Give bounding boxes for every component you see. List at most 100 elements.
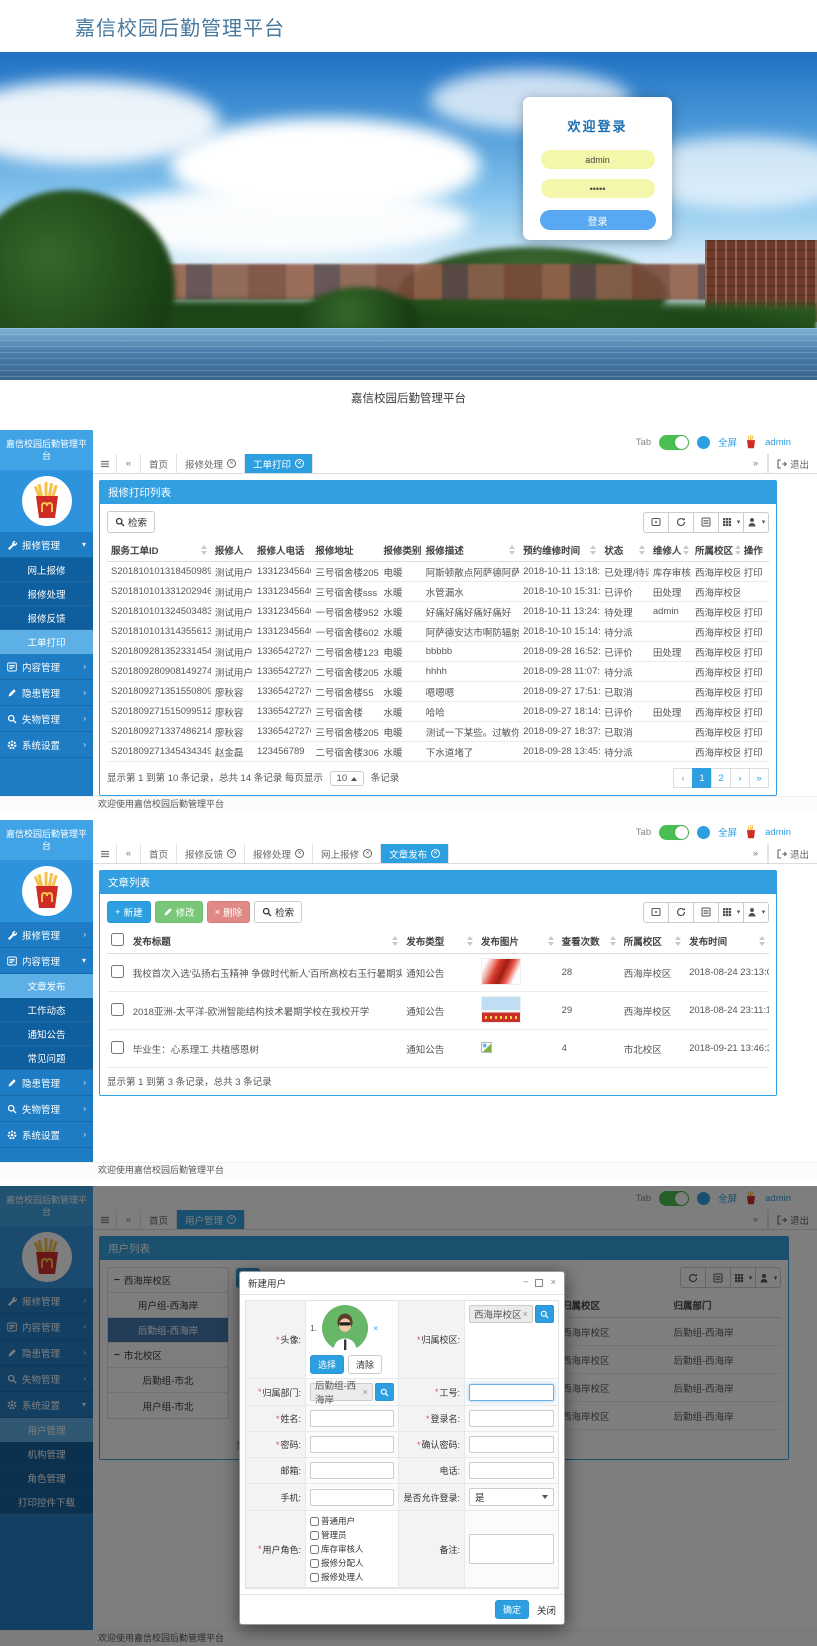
sidebar-item-online-repair[interactable]: 网上报修 (0, 558, 93, 582)
column-header[interactable]: 状态 (600, 539, 649, 562)
article-title-link[interactable]: 毕业生：心系理工 共植感恩树 (129, 1030, 403, 1068)
close-icon[interactable]: × (295, 459, 304, 468)
work-order-id-link[interactable]: S2018101013184509891 (107, 562, 211, 582)
column-header[interactable]: 维修人 (649, 539, 691, 562)
tab-repair-handle[interactable]: 报修处理× (177, 454, 245, 473)
close-button[interactable]: 关闭 (537, 1603, 556, 1617)
clear-icon[interactable]: × (522, 1309, 528, 1320)
user-name[interactable]: admin (765, 827, 791, 838)
scroll-tabs-left-button[interactable]: « (117, 844, 141, 863)
column-header[interactable]: 报修地址 (311, 539, 379, 562)
role-option[interactable]: 管理员 (310, 1529, 347, 1541)
page-2-button[interactable]: 2 (711, 768, 731, 788)
menu-collapse-button[interactable] (93, 454, 117, 473)
login-button[interactable]: 登录 (540, 210, 656, 230)
mobile-input[interactable] (310, 1489, 394, 1506)
column-header[interactable]: 所属校区 (691, 539, 740, 562)
tab-repair-handle[interactable]: 报修处理× (245, 844, 313, 863)
select-all-checkbox[interactable] (111, 933, 124, 946)
role-checkbox[interactable] (310, 1545, 319, 1554)
scroll-tabs-right-button[interactable]: » (744, 844, 768, 863)
article-title-link[interactable]: 2018亚洲-太平洋-欧洲智能结构技术暑期学校在我校开学 (129, 992, 403, 1030)
column-header[interactable]: 发布时间 (685, 929, 769, 954)
role-checkbox[interactable] (310, 1573, 319, 1582)
work-order-id-link[interactable]: S2018101013143556135 (107, 622, 211, 642)
tab-online-repair[interactable]: 网上报修× (313, 844, 381, 863)
sidebar-item-hazard[interactable]: 隐患管理 › (0, 1070, 93, 1096)
tab-repair-feedback[interactable]: 报修反馈× (177, 844, 245, 863)
column-header[interactable]: 发布标题 (129, 929, 403, 954)
column-header[interactable]: 发布类型 (402, 929, 477, 954)
work-order-id-link[interactable]: S2018101013245034834 (107, 602, 211, 622)
print-link[interactable]: 打印 (740, 562, 769, 582)
sidebar-item-notices[interactable]: 通知公告 (0, 1022, 93, 1046)
column-header[interactable]: 服务工单ID (107, 539, 211, 562)
work-order-id-link[interactable]: S2018101013312029463 (107, 582, 211, 602)
sidebar-item-repair[interactable]: 报修管理 › (0, 922, 93, 948)
avatar[interactable] (22, 476, 72, 526)
print-link[interactable]: 打印 (740, 702, 769, 722)
email-input[interactable] (310, 1462, 394, 1479)
page-size-select[interactable]: 10 (330, 771, 365, 786)
columns-button[interactable]: ▾ (718, 902, 744, 923)
pagination-switch-button[interactable] (643, 902, 669, 923)
confirm-password-input[interactable] (469, 1436, 554, 1453)
next-page-button[interactable]: › (730, 768, 750, 788)
scroll-tabs-right-button[interactable]: » (744, 454, 768, 473)
name-input[interactable] (310, 1410, 394, 1427)
role-checkbox[interactable] (310, 1559, 319, 1568)
close-icon[interactable]: × (431, 849, 440, 858)
sidebar-item-article-publish[interactable]: 文章发布 (0, 974, 93, 998)
theme-dot[interactable] (697, 826, 710, 839)
column-header[interactable]: 所属校区 (620, 929, 685, 954)
password-input[interactable] (310, 1436, 394, 1453)
sidebar-item-settings[interactable]: 系统设置 › (0, 732, 93, 758)
tel-input[interactable] (469, 1462, 554, 1479)
prev-page-button[interactable]: ‹ (673, 768, 693, 788)
column-header[interactable]: 报修人 (211, 539, 253, 562)
close-icon[interactable]: × (295, 849, 304, 858)
campus-search-button[interactable] (535, 1305, 554, 1323)
sidebar-item-content[interactable]: 内容管理 ▾ (0, 948, 93, 974)
article-title-link[interactable]: 我校首次入选'弘扬右玉精神 争做时代新人'百所高校右玉行暑期实践活动 (129, 954, 403, 992)
print-link[interactable]: 打印 (740, 722, 769, 742)
sidebar-item-repair-feedback[interactable]: 报修反馈 (0, 606, 93, 630)
print-link[interactable]: 打印 (740, 642, 769, 662)
close-icon[interactable]: × (227, 459, 236, 468)
work-order-id-link[interactable]: S2018092809081492742 (107, 662, 211, 682)
role-checkbox[interactable] (310, 1531, 319, 1540)
work-order-id-link[interactable]: S2018092813523314544 (107, 642, 211, 662)
sidebar-item-lost-found[interactable]: 失物管理 › (0, 706, 93, 732)
clear-icon[interactable]: × (362, 1387, 368, 1398)
tab-home[interactable]: 首页 (141, 844, 177, 863)
tab-work-order-print[interactable]: 工单打印× (245, 454, 313, 473)
sidebar-item-lost-found[interactable]: 失物管理 › (0, 1096, 93, 1122)
tab-toggle[interactable] (659, 435, 689, 450)
work-order-id-link[interactable]: S2018092713374862141 (107, 722, 211, 742)
page-1-button[interactable]: 1 (692, 768, 712, 788)
remark-textarea[interactable] (469, 1534, 554, 1564)
column-header[interactable]: 报修人电话 (253, 539, 311, 562)
work-order-id-link[interactable]: S2018092713454343493 (107, 742, 211, 762)
work-order-id-link[interactable]: S2018092715150995126 (107, 702, 211, 722)
maximize-icon[interactable] (535, 1279, 543, 1287)
row-checkbox[interactable] (111, 965, 124, 978)
column-header[interactable]: 查看次数 (558, 929, 620, 954)
close-icon[interactable]: × (363, 849, 372, 858)
role-checkbox[interactable] (310, 1517, 319, 1526)
print-link[interactable] (740, 582, 769, 602)
sidebar-item-work-order-print[interactable]: 工单打印 (0, 630, 93, 654)
dept-search-button[interactable] (375, 1383, 394, 1401)
column-header[interactable]: 报修描述 (422, 539, 519, 562)
toggle-view-button[interactable] (693, 902, 719, 923)
refresh-button[interactable] (668, 512, 694, 533)
password-input[interactable] (541, 179, 655, 198)
sidebar-item-repair-handle[interactable]: 报修处理 (0, 582, 93, 606)
allow-login-select[interactable]: 是 (469, 1488, 554, 1506)
menu-collapse-button[interactable] (93, 844, 117, 863)
username-input[interactable] (541, 150, 655, 169)
delete-article-button[interactable]: ×删除 (207, 901, 251, 923)
confirm-button[interactable]: 确定 (495, 1600, 529, 1619)
choose-avatar-button[interactable]: 选择 (310, 1355, 344, 1374)
tab-home[interactable]: 首页 (141, 454, 177, 473)
